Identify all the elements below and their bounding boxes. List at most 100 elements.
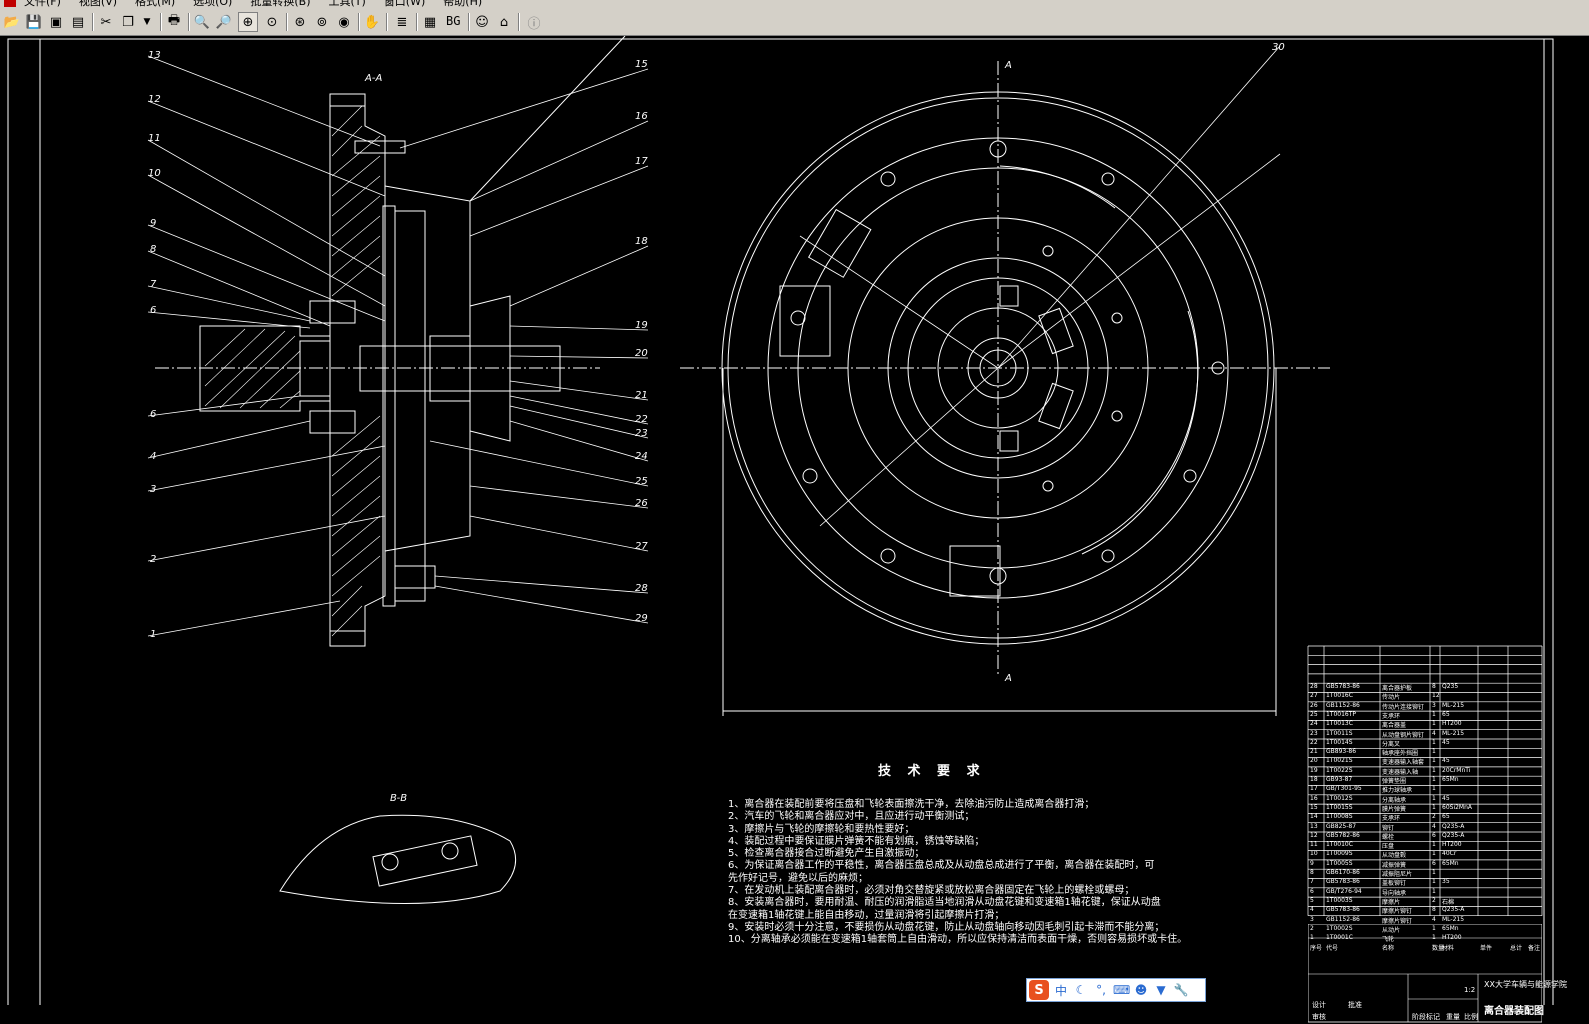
svg-text:13: 13 [148,50,161,61]
scale-value: 1:2 [1464,986,1476,994]
zoom-realtime-icon[interactable]: ⊙ [262,12,282,32]
home-icon[interactable]: ⌂ [494,12,514,32]
svg-text:27: 27 [635,541,648,552]
parts-cell: 铆钉 [1382,824,1395,832]
menu-item-2[interactable]: 格式(M) [135,0,175,8]
open-icon[interactable]: 📂 [2,12,22,32]
parts-cell: 1T0010C [1326,841,1353,849]
parts-cell: 26 [1310,701,1318,709]
menu-item-5[interactable]: 工具(T) [329,0,366,8]
svg-text:10: 10 [148,168,161,179]
svg-text:6: 6 [150,409,156,420]
parts-cell: 2 [1432,813,1436,821]
parts-cell: 65Mn [1442,859,1459,867]
parts-cell: GB93-87 [1326,776,1353,783]
parts-cell: 6 [1310,887,1314,895]
right-panel [1568,36,1589,1005]
svg-text:23: 23 [635,428,648,439]
menu-item-6[interactable]: 窗口(W) [384,0,425,8]
moon-icon[interactable]: ☾ [1073,983,1089,997]
parts-cell: 推力球轴承 [1382,787,1413,795]
keyboard-icon[interactable]: ⌨ [1113,983,1130,997]
parts-cell: 膜片弹簧 [1382,805,1407,813]
parts-cell: Q235 [1442,683,1459,690]
parts-cell: GB/T301-95 [1326,785,1362,793]
tech-req-line: 9、安装时必须十分注意，不要损伤从动盘花键，防止从动盘轴向移动因毛刺引起卡滞而不… [728,921,1165,933]
parts-cell: ML-215 [1442,729,1465,737]
parts-cell: 盖板铆钉 [1382,880,1407,888]
parts-cell: GB5783-86 [1326,878,1360,886]
person-icon[interactable]: ☻ [1133,983,1149,997]
parts-cell: 1T0008S [1326,813,1353,821]
school-name: XX大学车辆与能源学院 [1484,980,1567,989]
drawing-canvas[interactable]: A-A 13 12 11 10 98 76 64 32 1 15 16 17 1… [0,36,1589,1023]
parts-cell: 摩擦片铆钉 [1382,908,1413,916]
save-icon[interactable]: 💾 [24,12,44,32]
tech-req-line: 7、在发动机上装配离合器时，必须对角交替旋紧或放松离合器固定在飞轮上的螺栓或螺母… [728,885,1135,897]
parts-cell: 8 [1310,869,1314,876]
parts-cell: 23 [1310,729,1318,737]
chinese-mode-toggle[interactable]: 中 [1053,982,1069,999]
svg-text:25: 25 [635,476,648,487]
parts-cell: 从动盘毂 [1382,852,1407,860]
zoom-out-icon[interactable]: 🔍 [192,12,212,32]
bg-button[interactable]: BG [446,14,460,28]
punctuation-icon[interactable]: °, [1093,983,1109,997]
parts-cell: 13 [1310,822,1318,830]
parts-cell: 9 [1310,859,1314,867]
svg-text:1: 1 [150,629,156,640]
parts-cell: 8 [1432,906,1436,914]
view-icon[interactable]: ◉ [334,12,354,32]
pan-icon[interactable]: ✋ [362,12,382,32]
parts-cell: 1T0009S [1326,850,1353,858]
parts-cell: 1T0016C [1326,692,1353,700]
svg-text:12: 12 [148,94,161,105]
zoom-in-icon[interactable]: 🔎 [214,12,234,32]
export-icon[interactable]: ▤ [68,12,88,32]
tech-req-line: 5、检查离合器接合过断避免产生自激振动； [728,848,925,860]
menu-item-0[interactable]: 文件(F) [24,0,61,8]
parts-cell: 4 [1432,729,1436,737]
info-icon[interactable]: ⓘ [524,12,544,32]
menu-item-4[interactable]: 批量转换(B) [250,0,310,8]
tech-req-lines: 1、离合器在装配前要将压盘和飞轮表面擦洗干净，去除油污防止造成离合器打滑； 2、汽… [728,799,1187,947]
parts-cell: GB1152-86 [1326,701,1360,709]
menu-item-1[interactable]: 视图(V) [79,0,117,8]
menu-item-7[interactable]: 帮助(H) [443,0,482,8]
copy-icon[interactable]: ❐ [118,12,138,32]
shirt-icon[interactable]: ▼ [1153,983,1169,997]
dropdown-arrow-icon[interactable]: ▼ [140,12,154,32]
cut-icon[interactable]: ✂ [96,12,116,32]
parts-cell: 变速器输入轴 [1382,768,1419,776]
sogou-logo-icon[interactable]: S [1029,980,1049,1000]
ime-toolbar[interactable]: S 中 ☾ °, ⌨ ☻ ▼ 🔧 [1026,978,1206,1002]
menu-item-3[interactable]: 选项(O) [193,0,232,8]
person-icon[interactable]: ☺ [472,12,492,32]
zoom-previous-icon[interactable]: ⊚ [312,12,332,32]
parts-cell: GB825-87 [1326,822,1357,830]
parts-cell: 分离叉 [1382,740,1401,748]
parts-cell: 15 [1310,803,1318,811]
parts-cell: HT200 [1442,841,1462,849]
svg-text:15: 15 [635,59,648,70]
parts-cell: GB5783-86 [1326,906,1360,914]
tech-req-line: 1、离合器在装配前要将压盘和飞轮表面擦洗干净，去除油污防止造成离合器打滑； [728,799,1095,810]
parts-cell: 40Cr [1442,850,1457,858]
menu-items: 文件(F) 视图(V) 格式(M) 选项(O) 批量转换(B) 工具(T) 窗口(W) 帮助(… [24,0,482,8]
zoom-extents-icon[interactable]: ⊛ [290,12,310,32]
display-icon[interactable]: ▦ [420,12,440,32]
parts-cell: ML-215 [1442,701,1465,709]
wrench-icon[interactable]: 🔧 [1173,983,1189,997]
parts-cell: 1 [1432,841,1436,849]
parts-cell: 17 [1310,785,1318,793]
print-icon[interactable]: 🖶 [164,12,184,32]
parts-cell: 轴承座外挡圈 [1382,750,1419,758]
save-as-icon[interactable]: ▣ [46,12,66,32]
parts-cell: 1 [1432,738,1436,746]
svg-text:19: 19 [635,320,648,331]
layers-icon[interactable]: ≣ [392,12,412,32]
zoom-window-icon[interactable]: ⊕ [238,12,258,32]
svg-text:21: 21 [635,390,648,401]
parts-cell: 5 [1310,896,1314,904]
title-block: XX大学车辆与能源学院 离合器装配图 阶段标记 重量 比例 1:2 设计 审核 … [1308,924,1567,1024]
